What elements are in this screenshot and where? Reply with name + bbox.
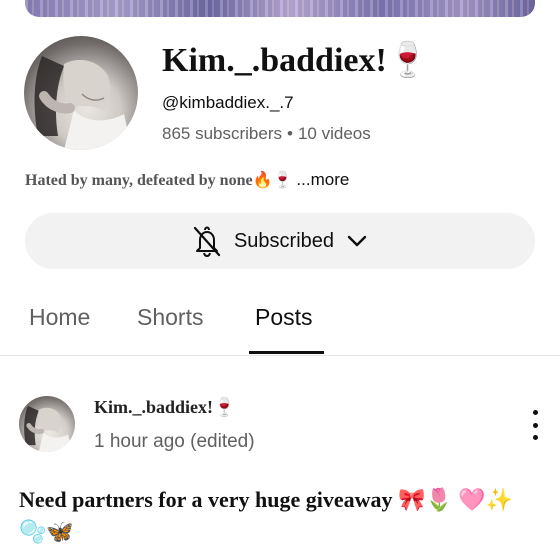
- channel-tabs: Home Shorts Posts: [0, 300, 560, 356]
- channel-description[interactable]: Hated by many, defeated by none🔥🍷 ...mor…: [25, 170, 349, 190]
- post-author-name[interactable]: Kim._.baddiex!🍷: [94, 397, 235, 418]
- menu-dot: [532, 435, 538, 440]
- menu-dot: [532, 422, 538, 428]
- channel-handle: @kimbaddiex._.7: [162, 93, 294, 112]
- bell-off-icon: [193, 226, 221, 258]
- chevron-down-icon: [347, 235, 367, 247]
- post-timestamp: 1 hour ago (edited): [94, 431, 255, 452]
- channel-banner: [25, 0, 535, 17]
- more-vertical-icon[interactable]: [526, 410, 544, 440]
- avatar-photo-icon: [34, 56, 132, 150]
- avatar-photo-icon: [24, 405, 73, 452]
- description-text: Hated by many, defeated by none🔥🍷: [25, 172, 293, 189]
- channel-stats: 865 subscribers • 10 videos: [162, 124, 371, 144]
- menu-dot: [532, 410, 538, 415]
- subscribed-button[interactable]: Subscribed: [25, 213, 535, 269]
- tab-shorts[interactable]: Shorts: [137, 304, 203, 331]
- tab-home[interactable]: Home: [29, 304, 90, 331]
- post-author-avatar[interactable]: [19, 396, 75, 452]
- tab-posts[interactable]: Posts: [255, 304, 313, 331]
- active-tab-indicator: [249, 351, 324, 354]
- video-count: 10 videos: [297, 124, 371, 143]
- subscriber-count: 865 subscribers: [162, 124, 283, 143]
- description-more-link[interactable]: ...more: [296, 170, 349, 189]
- post-text: Need partners for a very huge giveaway 🎀…: [19, 487, 514, 544]
- stats-separator: •: [287, 124, 293, 143]
- subscribed-label: Subscribed: [233, 229, 335, 252]
- channel-avatar[interactable]: [24, 36, 138, 150]
- channel-name: Kim._.baddiex!🍷: [162, 42, 430, 79]
